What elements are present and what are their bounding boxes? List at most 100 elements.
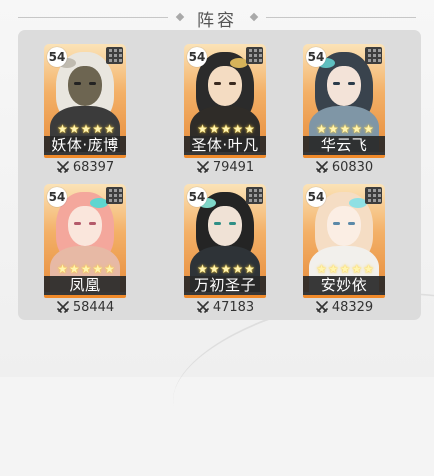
rarity-accent-bar: [44, 295, 126, 298]
star-icon: ★: [220, 262, 232, 276]
hero-name: 圣体·叶凡: [184, 136, 266, 155]
hero-face: [68, 206, 102, 246]
star-icon: ★: [80, 122, 92, 136]
section-header: 阵容: [0, 4, 434, 31]
crossed-swords-icon: [197, 301, 209, 313]
star-rating: ★ ★ ★ ★ ★: [197, 262, 255, 276]
star-icon: ★: [68, 122, 80, 136]
star-icon: ★: [197, 122, 208, 136]
rarity-accent-bar: [184, 295, 266, 298]
combat-power-value: 58444: [72, 299, 115, 315]
level-badge: 54: [187, 47, 207, 67]
hero-face: [208, 206, 242, 246]
hero-face: [68, 66, 102, 106]
star-icon: ★: [104, 122, 115, 136]
hero-eye: [333, 82, 340, 85]
rarity-accent-bar: [184, 155, 266, 158]
crossed-swords-icon: [57, 301, 69, 313]
hero-card[interactable]: 54 ★ ★ ★ ★ ★ 圣体·叶凡 79491: [184, 44, 266, 175]
star-icon: ★: [327, 262, 339, 276]
star-icon: ★: [92, 262, 104, 276]
star-icon: ★: [197, 262, 208, 276]
combat-power: 47183: [184, 299, 266, 315]
star-icon: ★: [208, 262, 220, 276]
star-icon: ★: [351, 122, 363, 136]
rarity-accent-bar: [44, 155, 126, 158]
combat-power: 79491: [184, 159, 266, 175]
star-icon: ★: [232, 122, 244, 136]
star-icon: ★: [327, 122, 339, 136]
rarity-accent-bar: [303, 295, 385, 298]
grid-icon: [365, 187, 382, 204]
hero-card[interactable]: 54 ★ ★ ★ ★ ★ 凤凰 58444: [44, 184, 126, 315]
star-icon: ★: [232, 262, 244, 276]
combat-power-value: 79491: [212, 159, 255, 175]
level-badge: 54: [47, 187, 67, 207]
hero-eye: [348, 82, 355, 85]
star-rating: ★ ★ ★ ★ ★: [57, 122, 115, 136]
star-icon: ★: [363, 262, 374, 276]
hero-face: [327, 206, 361, 246]
hero-card[interactable]: 54 ★ ★ ★ ★ ★ 万初圣子 47183: [184, 184, 266, 315]
hero-name: 华云飞: [303, 136, 385, 155]
crossed-swords-icon: [316, 161, 328, 173]
hero-eye: [74, 222, 81, 225]
star-rating: ★ ★ ★ ★ ★: [316, 122, 374, 136]
rarity-accent-bar: [303, 155, 385, 158]
hero-eye: [229, 222, 236, 225]
hero-name: 万初圣子: [184, 276, 266, 295]
hero-card[interactable]: 54 ★ ★ ★ ★ ★ 华云飞 60830: [303, 44, 385, 175]
level-badge: 54: [306, 47, 326, 67]
diamond-ornament-icon: [175, 12, 185, 22]
star-icon: ★: [92, 122, 104, 136]
hero-face: [327, 66, 361, 106]
header-divider-left: [18, 17, 168, 18]
star-icon: ★: [57, 122, 68, 136]
level-badge: 54: [187, 187, 207, 207]
combat-power: 60830: [303, 159, 385, 175]
combat-power-value: 48329: [331, 299, 374, 315]
grid-icon: [365, 47, 382, 64]
hero-eye: [74, 82, 81, 85]
crossed-swords-icon: [316, 301, 328, 313]
hero-eye: [89, 222, 96, 225]
combat-power-value: 68397: [72, 159, 115, 175]
grid-icon: [246, 187, 263, 204]
star-icon: ★: [244, 122, 255, 136]
star-icon: ★: [363, 122, 374, 136]
crossed-swords-icon: [197, 161, 209, 173]
star-icon: ★: [68, 262, 80, 276]
combat-power: 48329: [303, 299, 385, 315]
hero-card[interactable]: 54 ★ ★ ★ ★ ★ 安妙依 48329: [303, 184, 385, 315]
hero-name: 妖体·庞博: [44, 136, 126, 155]
star-icon: ★: [316, 262, 327, 276]
star-rating: ★ ★ ★ ★ ★: [197, 122, 255, 136]
section-title: 阵容: [197, 11, 237, 31]
hero-eye: [348, 222, 355, 225]
hero-eye: [214, 82, 221, 85]
combat-power: 58444: [44, 299, 126, 315]
star-icon: ★: [351, 262, 363, 276]
hero-card[interactable]: 54 ★ ★ ★ ★ ★ 妖体·庞博 68397: [44, 44, 126, 175]
star-icon: ★: [208, 122, 220, 136]
hero-eye: [229, 82, 236, 85]
combat-power-value: 47183: [212, 299, 255, 315]
hero-name: 安妙依: [303, 276, 385, 295]
diamond-ornament-icon: [249, 12, 259, 22]
level-badge: 54: [306, 187, 326, 207]
hero-face: [208, 66, 242, 106]
star-icon: ★: [316, 122, 327, 136]
crossed-swords-icon: [57, 161, 69, 173]
hero-eye: [333, 222, 340, 225]
star-icon: ★: [339, 262, 351, 276]
combat-power: 68397: [44, 159, 126, 175]
grid-icon: [106, 47, 123, 64]
star-icon: ★: [220, 122, 232, 136]
star-icon: ★: [104, 262, 115, 276]
combat-power-value: 60830: [331, 159, 374, 175]
header-divider-right: [266, 17, 416, 18]
star-rating: ★ ★ ★ ★ ★: [316, 262, 374, 276]
level-badge: 54: [47, 47, 67, 67]
star-icon: ★: [57, 262, 68, 276]
grid-icon: [246, 47, 263, 64]
